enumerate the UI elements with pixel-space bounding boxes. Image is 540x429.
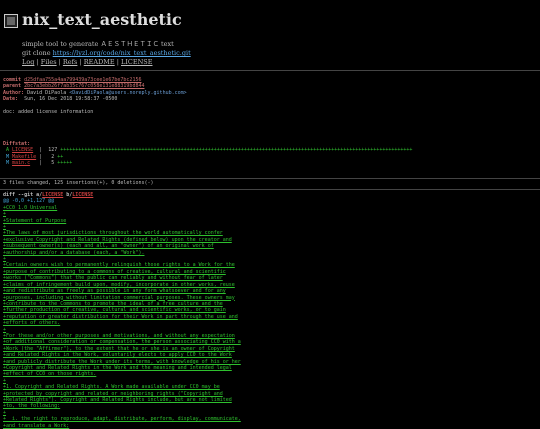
date-label: Date: — [3, 96, 19, 103]
diff-line[interactable]: + — [3, 256, 6, 262]
diffstat-bar: +++++ — [57, 160, 73, 167]
diff-line[interactable]: +subsequent owner(s) (each and all, an "… — [3, 243, 214, 249]
diff-line[interactable]: +and redistribute as freely as possible … — [3, 288, 226, 294]
diff-line[interactable]: +1. Copyright and Related Rights. A Work… — [3, 384, 220, 390]
diff-line[interactable]: +purposes, including without limitation … — [3, 295, 235, 301]
nav-log-link[interactable]: Log — [22, 58, 34, 66]
diff-view: diff --git a/LICENSE b/LICENSE @@ -0,0 +… — [0, 190, 540, 429]
diffstat-mode: M — [6, 160, 10, 167]
diff-line[interactable]: +efforts of others. — [3, 320, 60, 326]
diff-lines: +CC0 1.0 Universal + +Statement of Purpo… — [3, 205, 540, 429]
diff-line[interactable]: +Certain owners wish to permanently reli… — [3, 262, 235, 268]
diff-line[interactable]: + — [3, 224, 6, 230]
author-email-link[interactable]: <DavidDiPaola@users.noreply.github.com> — [69, 90, 186, 96]
nav-files-link[interactable]: Files — [41, 58, 57, 66]
diff-line[interactable]: +For these and/or other purposes and mot… — [3, 333, 235, 339]
commit-message: doc: added license information — [3, 109, 94, 116]
diffstat-file-link[interactable]: main.c — [12, 160, 30, 166]
diff-line[interactable]: +protected by copyright and related or n… — [3, 391, 223, 397]
diffstat-mode: M — [6, 153, 10, 160]
clone-prefix: git clone — [22, 49, 53, 57]
repo-nav: Log | Files | Refs | README | LICENSE — [22, 58, 153, 66]
diff-line[interactable]: + — [3, 378, 6, 384]
nav-readme-link[interactable]: README — [84, 58, 115, 66]
diff-line[interactable]: +effect of CC0 on those rights. — [3, 371, 96, 377]
diff-line[interactable]: +and publicly distribute the Work under … — [3, 359, 241, 365]
diffstat: Diffstat: A LICENSE | 127 ++++++++++++++… — [3, 141, 413, 167]
diff-line[interactable]: +Related Rights"). Copyright and Related… — [3, 397, 232, 403]
diff-line[interactable]: +purpose of contributing to a commons of… — [3, 269, 226, 275]
diffstat-mode: A — [6, 147, 10, 154]
repo-header: nix_text_aesthetic simple tool to genera… — [0, 0, 540, 70]
diff-line[interactable]: + — [3, 211, 6, 217]
nav-license-link[interactable]: LICENSE — [121, 58, 153, 66]
diff-line[interactable]: +Copyright and Related Rights in the Wor… — [3, 365, 232, 371]
diffstat-count: 5 — [51, 160, 55, 167]
diff-file-a-link[interactable]: LICENSE — [42, 192, 63, 198]
diff-line[interactable]: + i. the right to reproduce, adapt, dist… — [3, 416, 241, 422]
diffstat-file-link[interactable]: LICENSE — [12, 147, 33, 153]
repo-logo-icon — [4, 14, 18, 28]
parent-hash-link[interactable]: 2bc7a3ebb26f7ab35c767c058e131e88319bd844 — [24, 83, 144, 89]
commit-label: commit — [3, 77, 22, 83]
repo-title: nix_text_aesthetic — [22, 10, 182, 29]
diff-line[interactable]: +and translate a Work; — [3, 423, 69, 429]
diff-hunk-link[interactable]: @@ -0,0 +1,127 @@ — [3, 198, 54, 204]
diff-line[interactable]: +Statement of Purpose — [3, 218, 66, 224]
diff-line[interactable]: +and Related Rights in the Work, volunta… — [3, 352, 232, 358]
diffstat-bar: ++ — [57, 153, 64, 160]
diff-line[interactable]: +reputation or greater distribution for … — [3, 314, 238, 320]
parent-label: parent — [3, 83, 22, 90]
diff-header: diff --git a/LICENSE b/LICENSE — [3, 192, 94, 198]
diff-line[interactable]: +to, the following: — [3, 403, 60, 409]
diff-line[interactable]: +works ("Commons") that the public can r… — [3, 275, 223, 281]
diff-line[interactable]: +of additional consideration or compensa… — [3, 339, 241, 345]
clone-url-link[interactable]: https://lyzl.org/code/nix_text_aesthetic… — [53, 49, 191, 57]
diff-file-b-link[interactable]: LICENSE — [72, 192, 93, 198]
diff-line[interactable]: +Work (the "Affirmer"), to the extent th… — [3, 346, 235, 352]
diffstat-count: 2 — [51, 153, 55, 160]
diffstat-summary: 3 files changed, 125 insertions(+), 0 de… — [3, 180, 154, 186]
diff-line[interactable]: +further production of creative, cultura… — [3, 307, 226, 313]
author-label: Author: — [3, 89, 25, 96]
diff-line[interactable]: + — [3, 327, 6, 333]
diff-line[interactable]: +exclusive Copyright and Related Rights … — [3, 237, 232, 243]
diff-line[interactable]: + — [3, 410, 6, 416]
diffstat-count: 127 — [48, 147, 58, 154]
nav-refs-link[interactable]: Refs — [63, 58, 77, 66]
author-name: David DiPaola — [27, 89, 70, 96]
diffstat-file-link[interactable]: Makefile — [12, 154, 36, 160]
commit-meta: commit d25dfaa755a4aa799439a73cee1e67be7… — [0, 71, 540, 141]
diffstat-bar: ++++++++++++++++++++++++++++++++++++++++… — [60, 147, 413, 154]
clone-line: git clone https://lyzl.org/code/nix_text… — [22, 49, 191, 57]
diff-line[interactable]: +contribute to the Commons to promote th… — [3, 301, 223, 307]
commit-date: Sun, 16 Dec 2018 19:58:37 -0500 — [18, 96, 118, 103]
commit-hash-link[interactable]: d25dfaa755a4aa799439a73cee1e67be7bc2156 — [24, 77, 141, 83]
diff-line[interactable]: +CC0 1.0 Universal — [3, 205, 57, 211]
diff-line[interactable]: +The laws of most jurisdictions througho… — [3, 230, 223, 236]
repo-description: simple tool to generate ＡＥＳＴＨＥＴＩＣ text — [22, 40, 174, 48]
diff-line[interactable]: +authorship and/or a database (each, a "… — [3, 250, 144, 256]
diff-line[interactable]: +claims of infringement build upon, modi… — [3, 282, 235, 288]
diffstat-heading: Diffstat: — [3, 141, 31, 147]
